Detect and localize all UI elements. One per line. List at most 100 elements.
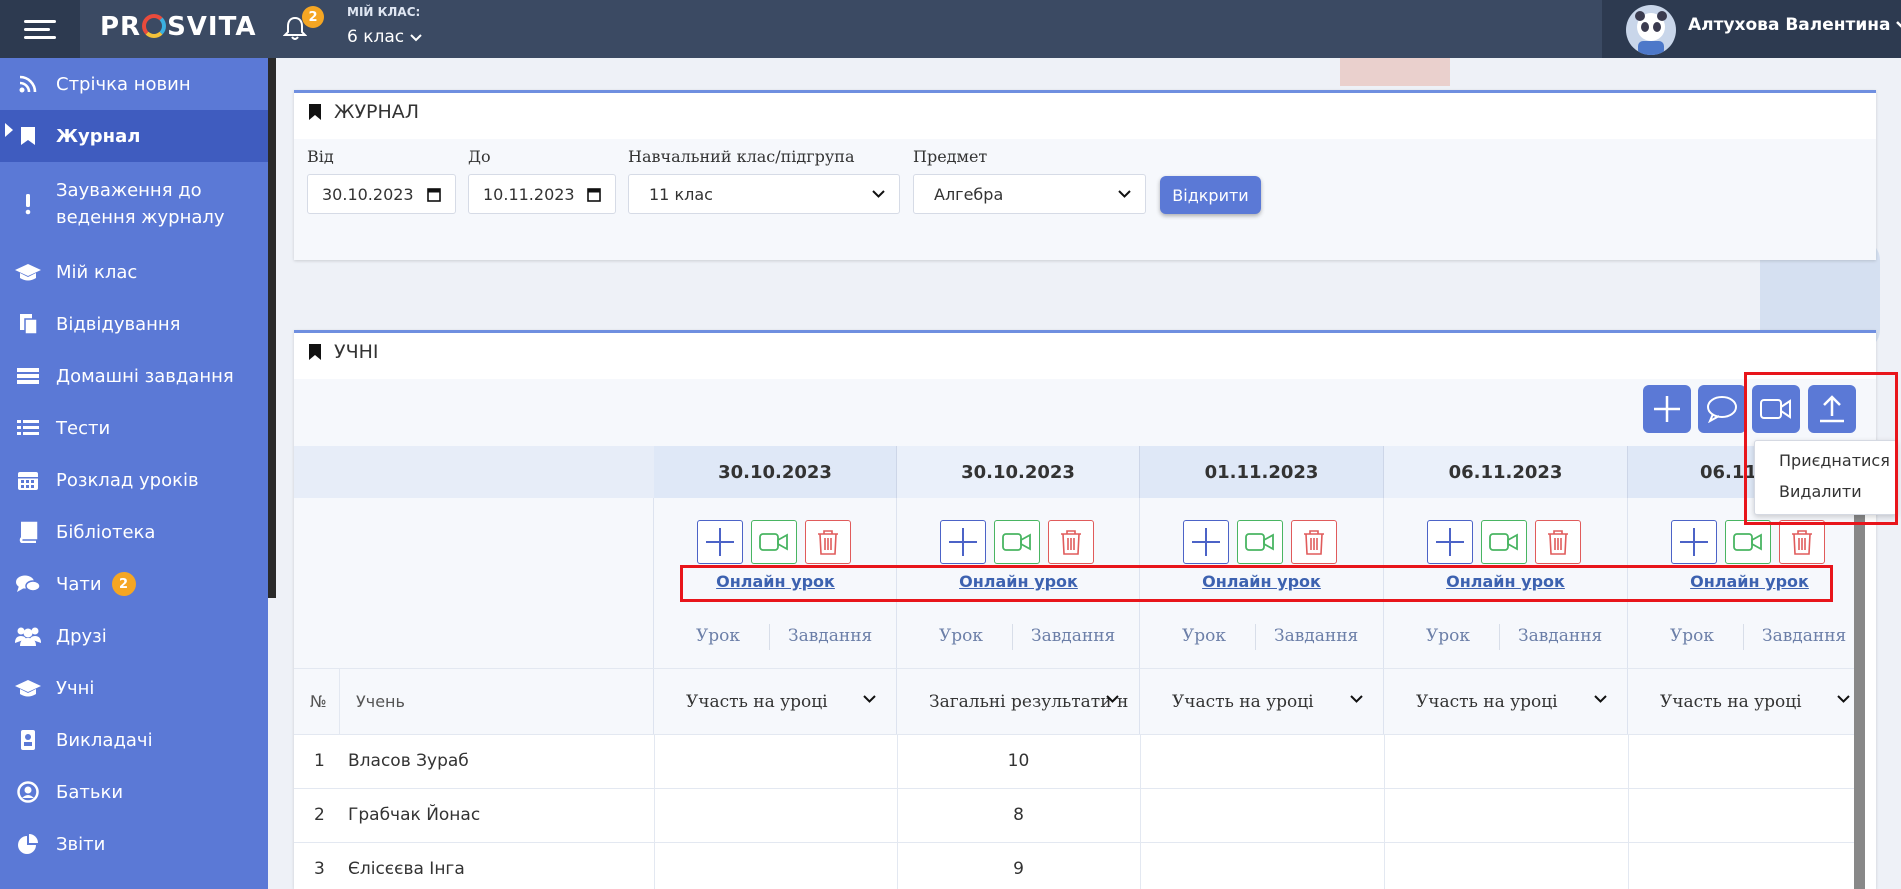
class-select[interactable]: 11 клас xyxy=(628,174,900,214)
student-name[interactable]: Грабчак Йонас xyxy=(348,805,480,825)
lesson-subheader: Урок xyxy=(1182,626,1227,646)
subject-label: Предмет xyxy=(913,147,988,166)
add-grade-button[interactable] xyxy=(1183,520,1229,564)
upload-button[interactable] xyxy=(1808,385,1856,433)
chevron-down-icon xyxy=(1118,190,1131,198)
delete-lesson-button[interactable] xyxy=(1535,520,1581,564)
table-row: 3 Єлісєєва Інга 9 xyxy=(294,842,1854,889)
delete-lesson-button[interactable] xyxy=(1048,520,1094,564)
column-subheader: Урок Завдання xyxy=(1628,608,1854,668)
sidebar-item-my-class[interactable]: Мій клас xyxy=(0,246,268,298)
grade-type-select[interactable]: Участь на уроці xyxy=(1628,668,1854,734)
online-lesson-link[interactable]: Онлайн урок xyxy=(1384,572,1627,591)
comment-icon xyxy=(1707,396,1737,423)
user-circle-icon xyxy=(0,781,56,803)
exclamation-icon xyxy=(0,193,56,215)
add-grade-button[interactable] xyxy=(940,520,986,564)
menu-toggle-button[interactable] xyxy=(0,0,80,58)
lesson-subheader: Урок xyxy=(696,626,741,646)
video-lesson-button[interactable] xyxy=(1481,520,1527,564)
teacher-icon xyxy=(0,729,56,751)
delete-lesson-button[interactable] xyxy=(805,520,851,564)
avatar xyxy=(1626,5,1676,55)
add-grade-button[interactable] xyxy=(1427,520,1473,564)
subject-select[interactable]: Алгебра xyxy=(913,174,1146,214)
student-name[interactable]: Власов Зураб xyxy=(348,751,469,771)
online-lesson-link[interactable]: Онлайн урок xyxy=(897,572,1140,591)
video-lesson-button[interactable] xyxy=(751,520,797,564)
sidebar-item-news[interactable]: Стрічка новин xyxy=(0,58,268,110)
sidebar-item-teachers[interactable]: Викладачі xyxy=(0,714,268,766)
column-subheader: Урок Завдання xyxy=(654,608,897,668)
sidebar-item-library[interactable]: Бібліотека xyxy=(0,506,268,558)
sidebar-item-schedule[interactable]: Розклад уроків xyxy=(0,454,268,506)
add-lesson-button[interactable] xyxy=(1643,385,1691,433)
video-lesson-button[interactable] xyxy=(994,520,1040,564)
trash-icon xyxy=(1548,530,1568,555)
plus-icon xyxy=(706,528,734,556)
video-dropdown-menu: Приєднатися Видалити xyxy=(1754,440,1897,515)
lesson-actions xyxy=(654,498,897,608)
sidebar-item-label: Учні xyxy=(56,677,95,699)
sidebar-item-parents[interactable]: Батьки xyxy=(0,766,268,818)
sidebar-item-tests[interactable]: Тести xyxy=(0,402,268,454)
grade-type-select[interactable]: Загальні результати н xyxy=(897,668,1140,734)
sidebar-item-reports[interactable]: Звіти xyxy=(0,818,268,870)
date-column-header[interactable]: 30.10.2023 xyxy=(897,446,1140,498)
online-lesson-link[interactable]: Онлайн урок xyxy=(654,572,897,591)
online-lesson-link[interactable]: Онлайн урок xyxy=(1140,572,1383,591)
grade-type-select[interactable]: Участь на уроці xyxy=(654,668,897,734)
my-class-label: МІЙ КЛАС: xyxy=(347,5,421,19)
from-date-input[interactable]: 30.10.2023 xyxy=(307,174,456,214)
delete-menu-item[interactable]: Видалити xyxy=(1779,482,1862,501)
my-class-value: 6 клас xyxy=(347,27,405,47)
comment-button[interactable] xyxy=(1698,385,1746,433)
grade-cell[interactable]: 10 xyxy=(897,751,1140,771)
join-menu-item[interactable]: Приєднатися xyxy=(1779,451,1890,470)
grade-cell[interactable]: 8 xyxy=(897,805,1140,825)
video-lesson-button[interactable] xyxy=(1237,520,1283,564)
sidebar-item-homework[interactable]: Домашні завдання xyxy=(0,350,268,402)
to-date-input[interactable]: 10.11.2023 xyxy=(468,174,616,214)
grade-type-select[interactable]: Участь на уроці xyxy=(1384,668,1628,734)
my-class-select[interactable]: 6 клас xyxy=(347,27,422,47)
online-lesson-link[interactable]: Онлайн урок xyxy=(1628,572,1871,591)
date-column-header[interactable]: 06.11.2023 xyxy=(1384,446,1628,498)
sidebar-item-friends[interactable]: Друзі xyxy=(0,610,268,662)
sidebar-item-attendance[interactable]: Відвідування xyxy=(0,298,268,350)
student-name[interactable]: Єлісєєва Інга xyxy=(348,859,465,879)
add-grade-button[interactable] xyxy=(1671,520,1717,564)
video-call-button[interactable] xyxy=(1752,385,1800,433)
book-icon xyxy=(0,521,56,543)
user-menu[interactable]: Алтухова Валентина xyxy=(1602,0,1901,58)
task-subheader: Завдання xyxy=(1518,626,1603,646)
add-grade-button[interactable] xyxy=(697,520,743,564)
open-button[interactable]: Відкрити xyxy=(1160,176,1261,214)
sidebar-scrollbar[interactable] xyxy=(268,58,276,598)
notification-badge: 2 xyxy=(302,6,324,28)
lesson-actions xyxy=(897,498,1140,608)
sidebar-item-students[interactable]: Учні xyxy=(0,662,268,714)
task-subheader: Завдання xyxy=(1762,626,1847,646)
delete-lesson-button[interactable] xyxy=(1291,520,1337,564)
chevron-down-icon xyxy=(1106,695,1119,703)
number-column-header: № xyxy=(294,668,340,734)
video-lesson-button[interactable] xyxy=(1725,520,1771,564)
grade-cell[interactable]: 9 xyxy=(897,859,1140,879)
sidebar-item-journal[interactable]: Журнал xyxy=(0,110,268,162)
plus-icon xyxy=(1436,528,1464,556)
video-camera-icon xyxy=(759,533,788,551)
column-subheader: Урок Завдання xyxy=(1384,608,1628,668)
delete-lesson-button[interactable] xyxy=(1779,520,1825,564)
bookmark-icon xyxy=(309,104,321,120)
sidebar-item-journal-remarks[interactable]: Зауваження до ведення журналу xyxy=(0,162,268,246)
date-column-header[interactable]: 01.11.2023 xyxy=(1140,446,1384,498)
sidebar-item-chats[interactable]: Чати 2 xyxy=(0,558,268,610)
documents-icon xyxy=(0,313,56,335)
plus-icon xyxy=(949,528,977,556)
sidebar-item-label: Домашні завдання xyxy=(56,365,234,387)
grade-type-select[interactable]: Участь на уроці xyxy=(1140,668,1384,734)
rss-icon xyxy=(0,74,56,94)
date-column-header[interactable]: 30.10.2023 xyxy=(654,446,897,498)
background-decoration xyxy=(1340,58,1450,86)
